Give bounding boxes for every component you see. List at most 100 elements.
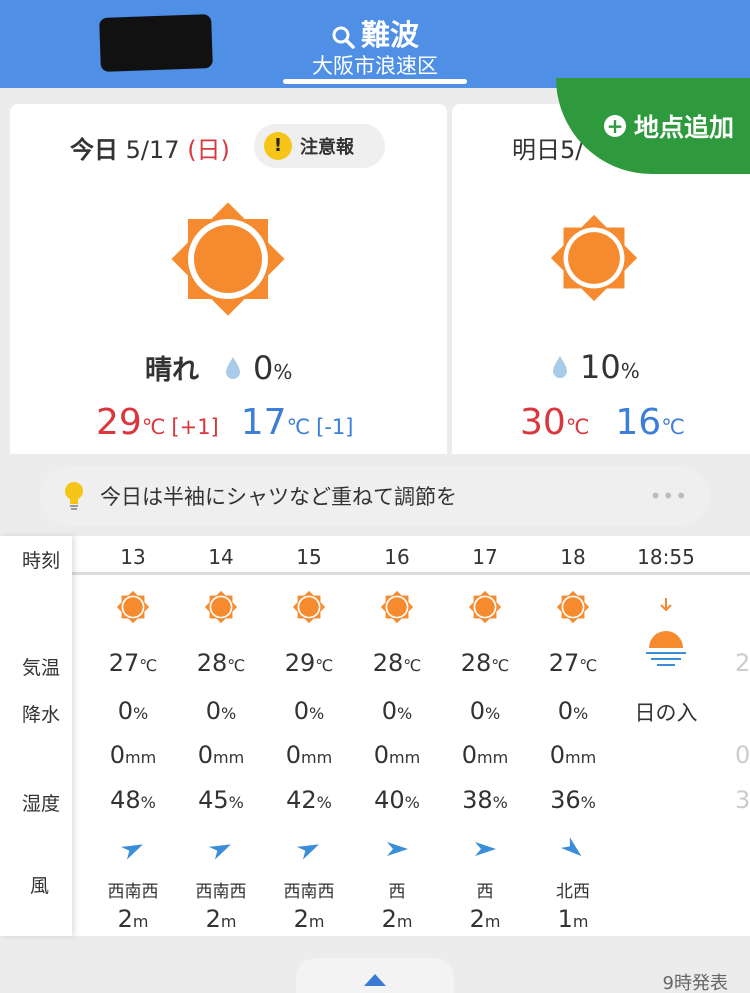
hour-time: 15 bbox=[296, 545, 322, 569]
hour-wind-arrow bbox=[357, 836, 437, 866]
hour-wind-arrow bbox=[445, 836, 525, 866]
location-title: 難波 bbox=[360, 18, 419, 52]
hour-precip: 0% bbox=[293, 697, 325, 725]
hour-time: 13 bbox=[120, 545, 146, 569]
wind-arrow-icon bbox=[296, 844, 319, 860]
sunset-icon bbox=[646, 598, 686, 666]
sun-icon bbox=[291, 590, 327, 629]
alert-badge[interactable]: ! 注意報 bbox=[254, 124, 385, 168]
sun-icon bbox=[550, 214, 638, 302]
today-high-diff: [+1] bbox=[171, 415, 219, 439]
plus-icon: + bbox=[603, 115, 626, 137]
hour-wind-dir: 西南西 bbox=[107, 882, 159, 902]
wind-arrow-icon bbox=[120, 844, 143, 860]
today-condition: 晴れ bbox=[145, 355, 199, 386]
today-low-diff: [-1] bbox=[316, 415, 354, 439]
hour-time: 18 bbox=[560, 545, 586, 569]
raindrop-icon bbox=[553, 356, 567, 378]
next-hour-humidity-partial: 3 bbox=[735, 786, 750, 814]
today-precip: 0 bbox=[253, 349, 274, 387]
hour-temp: 29℃ bbox=[284, 649, 334, 677]
search-icon bbox=[332, 26, 355, 49]
warning-icon: ! bbox=[264, 132, 292, 160]
today-weekday: (日) bbox=[187, 136, 230, 164]
today-date: 5/17 bbox=[125, 136, 180, 164]
tomorrow-high: 30 bbox=[520, 402, 566, 443]
hour-wind-dir: 西 bbox=[388, 882, 406, 902]
row-label-column: 時刻 気温 降水 湿度 風 bbox=[0, 536, 72, 936]
tab-underline bbox=[283, 79, 467, 84]
hour-temp: 27℃ bbox=[108, 649, 158, 677]
hour-wind-speed: 2m bbox=[205, 905, 237, 933]
hour-rain: 0mm bbox=[373, 741, 421, 769]
hour-precip: 0% bbox=[557, 697, 589, 725]
today-card[interactable]: 今日 5/17 (日) ! 注意報 晴れ 0% 29 ℃ [+1] 17 ℃ [-1… bbox=[10, 104, 447, 454]
hour-humidity: 42% bbox=[286, 786, 332, 814]
today-high: 29 bbox=[96, 402, 142, 443]
issued-time: 9時発表 bbox=[662, 973, 728, 993]
sun-icon bbox=[171, 202, 285, 316]
location-subtitle: 大阪市浪速区 bbox=[312, 54, 438, 78]
hour-wind-speed: 2m bbox=[293, 905, 325, 933]
hour-temp: 28℃ bbox=[372, 649, 422, 677]
advice-tip[interactable]: 今日は半袖にシャツなど重ねて調節を ••• bbox=[40, 466, 710, 526]
sunset-glyph bbox=[626, 596, 706, 670]
hour-rain: 0mm bbox=[461, 741, 509, 769]
row-label-precip: 降水 bbox=[22, 704, 61, 726]
location-search[interactable]: 難波 bbox=[0, 12, 750, 54]
hour-rain: 0mm bbox=[549, 741, 597, 769]
hour-time: 17 bbox=[472, 545, 498, 569]
row-label-time: 時刻 bbox=[22, 550, 61, 572]
wind-arrow-icon bbox=[475, 842, 496, 856]
wind-arrow-icon bbox=[560, 837, 582, 857]
today-date-row: 今日 5/17 (日) bbox=[70, 130, 230, 165]
today-label: 今日 bbox=[70, 136, 118, 164]
wind-arrow-icon bbox=[208, 844, 231, 860]
sun-icon bbox=[379, 590, 415, 629]
hour-rain: 0mm bbox=[197, 741, 245, 769]
hour-temp: 27℃ bbox=[548, 649, 598, 677]
tomorrow-precip: 10 bbox=[580, 348, 621, 386]
chevron-up-icon bbox=[364, 974, 386, 986]
row-label-temp: 気温 bbox=[22, 657, 61, 679]
hour-humidity: 36% bbox=[550, 786, 596, 814]
hour-wind-dir: 西南西 bbox=[195, 882, 247, 902]
sunset-time: 18:55 bbox=[637, 545, 695, 569]
hour-wind-arrow bbox=[533, 836, 613, 866]
tomorrow-date-row: 明日5/ bbox=[512, 130, 583, 165]
hour-weather bbox=[181, 589, 261, 629]
hour-precip: 0% bbox=[205, 697, 237, 725]
sunset-label: 日の入 bbox=[634, 701, 698, 725]
tomorrow-label: 明日 bbox=[512, 136, 560, 164]
hour-time: 14 bbox=[208, 545, 234, 569]
hour-precip: 0% bbox=[381, 697, 413, 725]
hour-precip: 0% bbox=[117, 697, 149, 725]
hour-temp: 28℃ bbox=[196, 649, 246, 677]
hour-weather bbox=[533, 589, 613, 629]
hour-wind-speed: 2m bbox=[117, 905, 149, 933]
tomorrow-low: 16 bbox=[615, 402, 662, 443]
hour-rain: 0mm bbox=[109, 741, 157, 769]
hour-weather bbox=[269, 589, 349, 629]
next-hour-temp-partial: 2 bbox=[735, 649, 750, 677]
sun-icon bbox=[467, 590, 503, 629]
row-label-wind: 風 bbox=[30, 875, 50, 897]
hour-wind-speed: 2m bbox=[469, 905, 501, 933]
hour-wind-dir: 北西 bbox=[556, 882, 590, 902]
hour-wind-dir: 西 bbox=[476, 882, 494, 902]
header-bar: 難波 大阪市浪速区 bbox=[0, 0, 750, 88]
hour-precip: 0% bbox=[469, 697, 501, 725]
hour-rain: 0mm bbox=[285, 741, 333, 769]
next-hour-rain-partial: 0 bbox=[735, 741, 750, 769]
row-label-humidity: 湿度 bbox=[22, 793, 61, 815]
collapse-button[interactable] bbox=[296, 958, 454, 993]
hour-wind-dir: 西南西 bbox=[283, 882, 335, 902]
hour-weather bbox=[445, 589, 525, 629]
hour-weather bbox=[93, 589, 173, 629]
sun-icon bbox=[115, 590, 151, 629]
more-options-icon[interactable]: ••• bbox=[650, 484, 688, 508]
today-low: 17 bbox=[240, 402, 287, 443]
hour-time: 16 bbox=[384, 545, 410, 569]
time-axis-divider bbox=[72, 572, 750, 575]
today-temps: 29 ℃ [+1] 17 ℃ [-1] bbox=[96, 402, 354, 443]
